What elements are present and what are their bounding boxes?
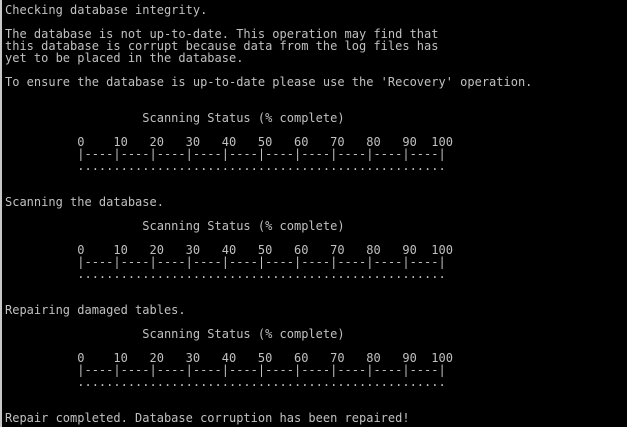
not-up-to-date-warning-line-3: yet to be placed in the database. <box>5 51 244 65</box>
repair-completed-line: Repair completed. Database corruption ha… <box>5 411 410 425</box>
scanning-status-progress-3: ........................................… <box>5 375 446 389</box>
scanning-status-progress-2: ........................................… <box>5 267 446 281</box>
recovery-advice-line: To ensure the database is up-to-date ple… <box>5 75 533 89</box>
scanning-status-title-2: Scanning Status (% complete) <box>5 219 345 233</box>
scanning-database-line: Scanning the database. <box>5 195 164 209</box>
scanning-status-title-1: Scanning Status (% complete) <box>5 111 345 125</box>
checking-integrity-line: Checking database integrity. <box>5 3 208 17</box>
scanning-status-title-3: Scanning Status (% complete) <box>5 327 345 341</box>
scanning-status-progress-1: ........................................… <box>5 159 446 173</box>
console-window[interactable]: Checking database integrity. The databas… <box>0 0 627 427</box>
repairing-tables-line: Repairing damaged tables. <box>5 303 186 317</box>
